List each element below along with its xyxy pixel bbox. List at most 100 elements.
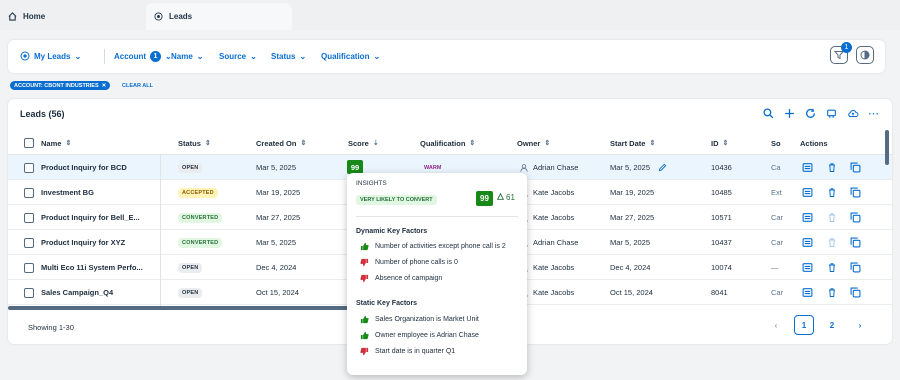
lead-name[interactable]: Investment BG (41, 180, 159, 205)
chevron-down-icon: ⌄ (74, 52, 82, 61)
col-score[interactable]: Score ⇣ (348, 131, 379, 155)
filter-source[interactable]: Source ⌄ (219, 40, 257, 73)
convert-icon[interactable] (802, 162, 813, 173)
edit-icon[interactable] (658, 163, 667, 172)
tab-home-label: Home (23, 12, 46, 21)
row-select[interactable] (24, 230, 34, 255)
key-factor: Sales Organization is Market Unit (360, 314, 479, 324)
table-toolbar: ⋯ (762, 107, 880, 120)
checkbox[interactable] (24, 162, 34, 173)
delete-icon[interactable] (826, 212, 837, 223)
copy-icon[interactable] (850, 262, 861, 273)
checkbox[interactable] (24, 262, 34, 273)
lead-name[interactable]: Sales Campaign_Q4 (41, 280, 159, 305)
status-badge: OPEN (178, 262, 203, 273)
clear-all-link[interactable]: CLEAR ALL (122, 81, 153, 90)
col-label: So (771, 138, 781, 148)
status-cell: OPEN (178, 280, 203, 305)
filter-qualification[interactable]: Qualification ⌄ (321, 40, 380, 73)
col-id[interactable]: ID ⇕ (711, 131, 728, 155)
ai-icon[interactable] (825, 107, 838, 120)
col-start[interactable]: Start Date ⇕ (610, 131, 655, 155)
add-icon[interactable] (783, 107, 796, 120)
delete-icon[interactable] (826, 237, 837, 248)
filter-status[interactable]: Status ⌄ (271, 40, 306, 73)
delete-icon[interactable] (826, 287, 837, 298)
toggle-filterbar-button[interactable] (856, 46, 874, 64)
col-qualification[interactable]: Qualification ⇕ (420, 131, 475, 155)
page-button[interactable]: 2 (822, 315, 842, 335)
copy-icon[interactable] (850, 162, 861, 173)
copy-icon[interactable] (850, 237, 861, 248)
prev-page-button[interactable]: ‹ (766, 315, 786, 335)
insights-popover: INSIGHTS VERY LIKELY TO CONVERT 99 61 Dy… (347, 173, 527, 375)
sort-icon: ⇕ (204, 140, 211, 147)
showing-count: Showing 1-30 (28, 323, 74, 332)
active-filter-chip[interactable]: ACCOUNT: CBONT INDUSTRIES ✕ (10, 81, 111, 90)
copy-icon[interactable] (850, 287, 861, 298)
page-button[interactable]: 1 (794, 315, 814, 335)
col-owner[interactable]: Owner ⇕ (517, 131, 550, 155)
delete-icon[interactable] (826, 187, 837, 198)
owner-cell[interactable]: Kate Jacobs (520, 180, 574, 205)
row-select[interactable] (24, 205, 34, 230)
copy-icon[interactable] (850, 212, 861, 223)
row-select[interactable] (24, 180, 34, 205)
row-select[interactable] (24, 255, 34, 280)
source: — (771, 263, 779, 272)
filter-account[interactable]: Account 1 ⌄ (114, 40, 172, 73)
col-created[interactable]: Created On ⇕ (256, 131, 306, 155)
owner-cell[interactable]: Adrian Chase (520, 230, 578, 255)
lead-name[interactable]: Product Inquiry for BCD (41, 155, 159, 180)
filter-bar: My Leads ⌄ Account 1 ⌄ Name ⌄ Source ⌄ S… (8, 40, 885, 73)
variant-selector[interactable]: My Leads ⌄ (20, 40, 81, 73)
lead-name[interactable]: Product Inquiry for Bell_E... (41, 205, 159, 230)
owner-cell[interactable]: Kate Jacobs (520, 255, 574, 280)
convert-icon[interactable] (802, 287, 813, 298)
row-select[interactable] (24, 155, 34, 180)
checkbox[interactable] (24, 138, 34, 148)
row-select[interactable] (24, 280, 34, 305)
chevron-down-icon: ⌄ (196, 52, 204, 61)
cloud-upload-icon[interactable] (846, 107, 859, 120)
close-icon[interactable]: ✕ (102, 83, 107, 89)
delete-icon[interactable] (826, 162, 837, 173)
table-title: Leads (56) (20, 109, 65, 119)
more-icon[interactable]: ⋯ (867, 107, 880, 120)
owner-cell[interactable]: Kate Jacobs (520, 280, 574, 305)
delete-icon[interactable] (826, 262, 837, 273)
thumbs-up-icon (360, 315, 369, 324)
next-page-button[interactable]: › (850, 315, 870, 335)
status-cell: ACCEPTED (178, 180, 218, 205)
tab-leads[interactable]: Leads (146, 3, 292, 30)
select-all[interactable] (24, 131, 34, 155)
vertical-scrollbar[interactable] (885, 130, 889, 165)
checkbox[interactable] (24, 187, 34, 198)
lead-name[interactable]: Product Inquiry for XYZ (41, 230, 159, 255)
start-date-cell: Mar 27, 2025 (610, 205, 654, 230)
convert-icon[interactable] (802, 187, 813, 198)
created-on: Oct 15, 2024 (256, 288, 299, 297)
convert-icon[interactable] (802, 212, 813, 223)
convert-icon[interactable] (802, 262, 813, 273)
convert-icon[interactable] (802, 237, 813, 248)
search-icon[interactable] (762, 107, 775, 120)
checkbox[interactable] (24, 237, 34, 248)
score-badge[interactable]: 99 (347, 160, 363, 174)
created-on: Mar 5, 2025 (256, 163, 297, 172)
tab-home[interactable]: Home (0, 3, 140, 30)
col-status[interactable]: Status ⇕ (178, 131, 211, 155)
col-label: Status (178, 138, 201, 148)
col-name[interactable]: Name ⇕ (41, 131, 71, 155)
checkbox[interactable] (24, 287, 34, 298)
owner-cell[interactable]: Kate Jacobs (520, 205, 574, 230)
filter-name[interactable]: Name ⌄ (171, 40, 204, 73)
copy-icon[interactable] (850, 187, 861, 198)
owner-cell[interactable]: Adrian Chase (520, 155, 578, 180)
col-source[interactable]: So (771, 131, 781, 155)
filter-settings-button[interactable]: 1 (830, 42, 852, 64)
col-actions: Actions (800, 131, 828, 155)
checkbox[interactable] (24, 212, 34, 223)
refresh-icon[interactable] (804, 107, 817, 120)
lead-name[interactable]: Multi Eco 11i System Perfo... (41, 255, 159, 280)
